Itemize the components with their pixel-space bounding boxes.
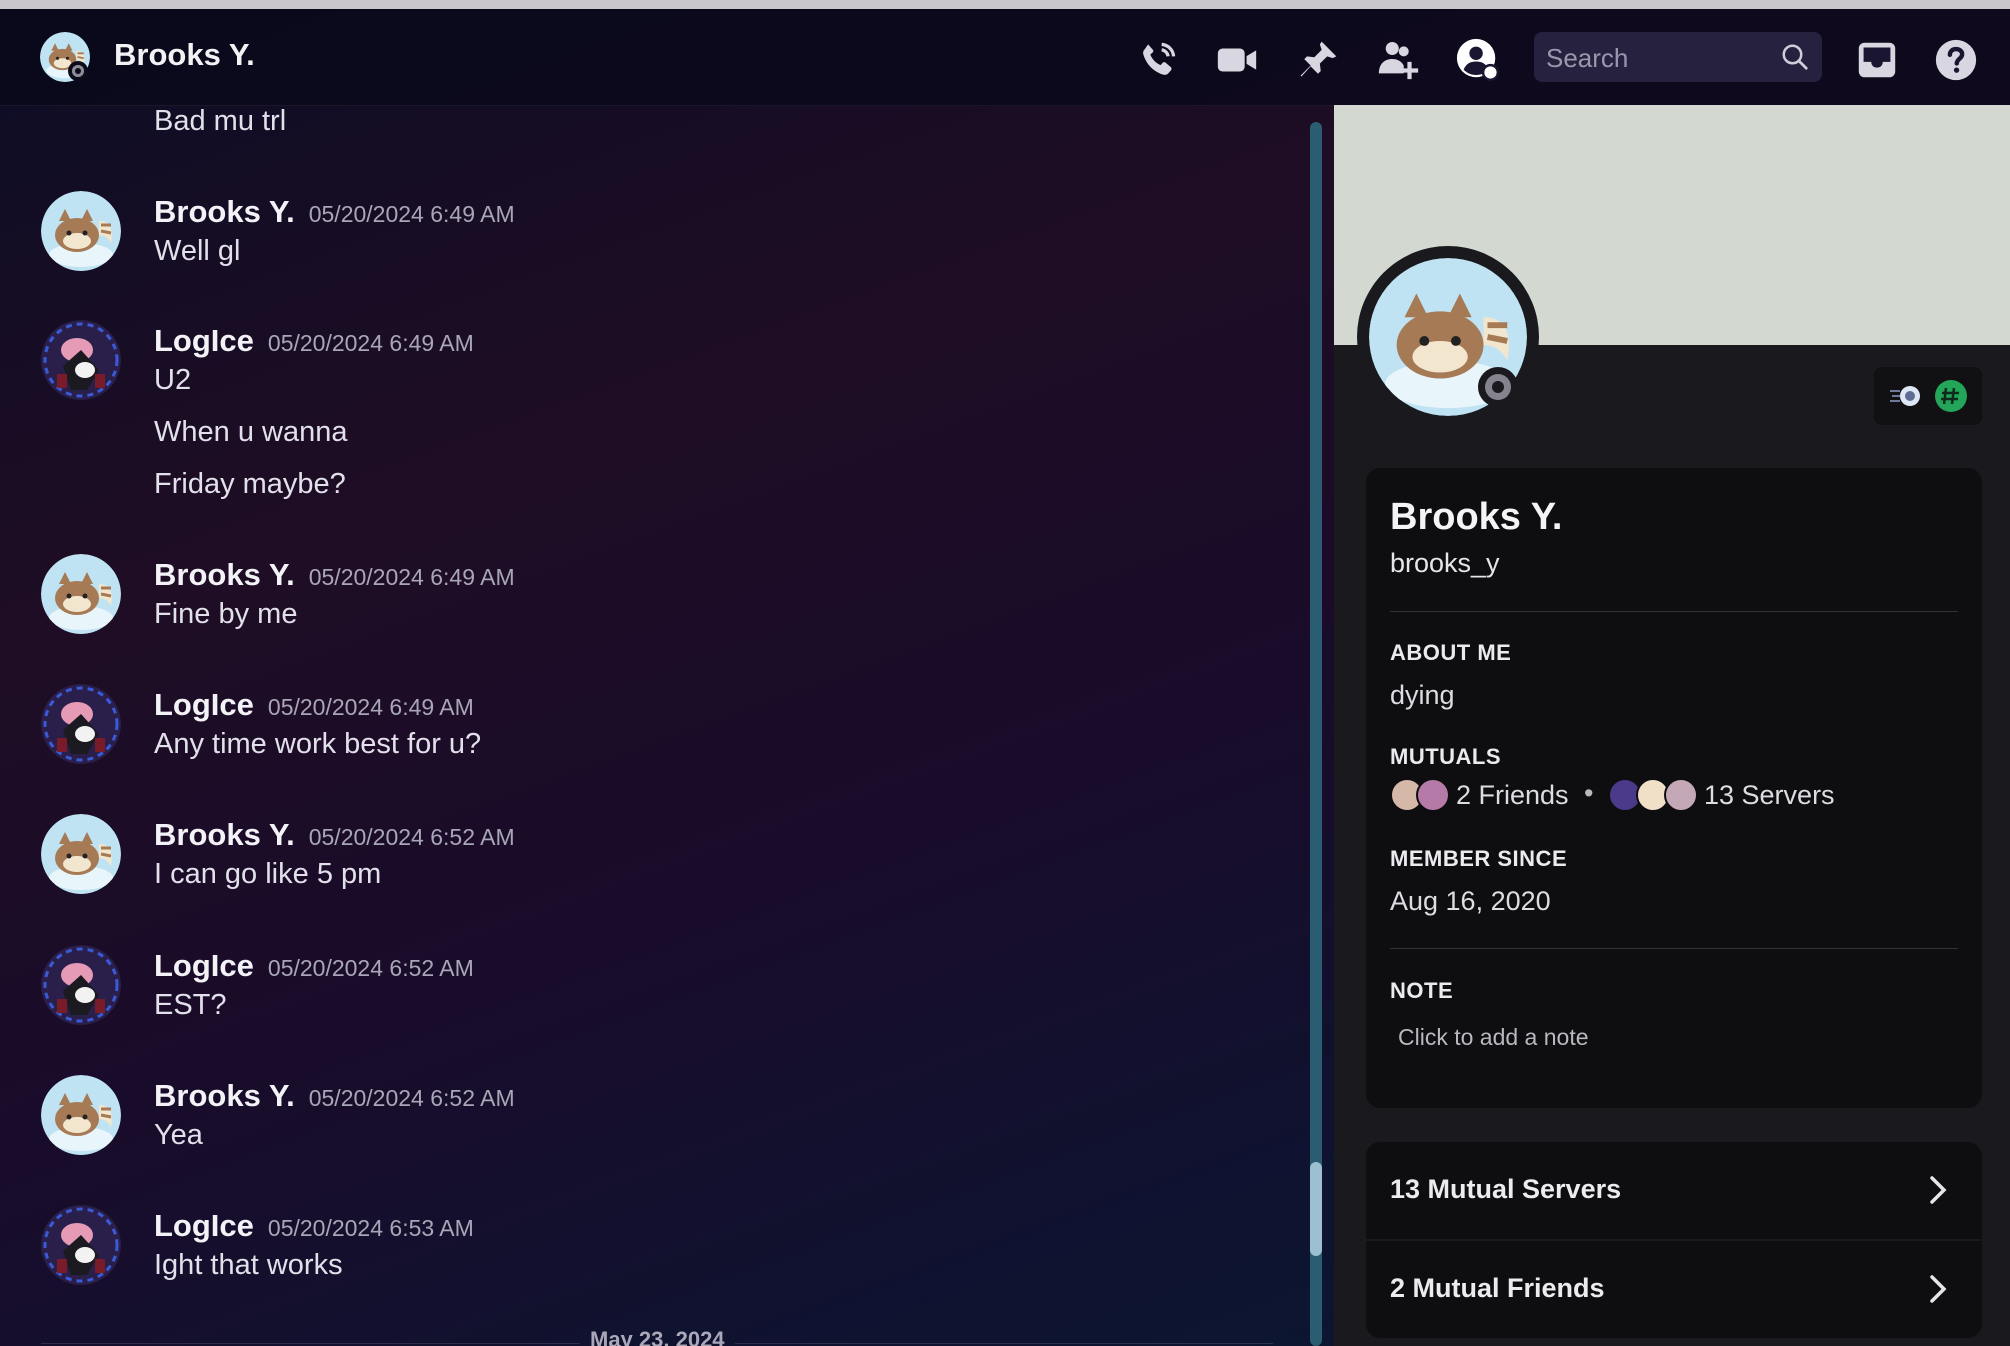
message-text: Fine by me (154, 598, 298, 630)
bullet-separator: • (1584, 778, 1594, 808)
speed-boost-badge-icon[interactable] (1888, 381, 1922, 416)
message-timestamp: 05/20/2024 6:52 AM (308, 824, 515, 850)
message-text: Any time work best for u? (154, 728, 482, 760)
mutual-friends-row[interactable]: 2 Mutual Friends (1366, 1241, 1982, 1338)
message-timestamp: 05/20/2024 6:52 AM (308, 1085, 515, 1111)
anime-avatar[interactable] (41, 1205, 121, 1285)
inbox-icon[interactable] (1854, 37, 1900, 83)
chevron-right-icon (1922, 1271, 1952, 1312)
help-icon[interactable] (1933, 37, 1979, 83)
anime-avatar[interactable] (41, 945, 121, 1025)
author-name[interactable]: LogIce (154, 687, 254, 722)
member-since-date: Aug 16, 2020 (1390, 886, 1551, 916)
header-status-offline (68, 61, 88, 81)
message-timestamp: 05/20/2024 6:53 AM (267, 1215, 474, 1241)
author-name[interactable]: Brooks Y. (154, 194, 295, 229)
mutuals-row[interactable]: 2 Friends • 13 Servers (1390, 776, 1970, 816)
member-since-heading: MEMBER SINCE (1390, 846, 1568, 871)
mutual-friends-count[interactable]: 2 Friends (1456, 780, 1569, 811)
chevron-right-icon (1922, 1172, 1952, 1213)
show-user-profile-icon[interactable] (1455, 37, 1501, 83)
message-timestamp: 05/20/2024 6:49 AM (308, 564, 515, 590)
message-author[interactable]: LogIce 05/20/2024 6:49 AM (154, 687, 474, 723)
mutual-servers-row[interactable]: 13 Mutual Servers (1366, 1142, 1982, 1239)
mutual-friend-avatar (1416, 778, 1450, 812)
mutual-server-icon (1664, 778, 1698, 812)
message-text: EST? (154, 989, 227, 1021)
message-text: I can go like 5 pm (154, 858, 382, 890)
about-text: dying (1390, 680, 1455, 710)
message-timestamp: 05/20/2024 6:52 AM (267, 955, 474, 981)
search-placeholder: Search (1546, 43, 1629, 73)
search-input[interactable]: Search (1534, 32, 1822, 82)
mutual-friends-row-label: 2 Mutual Friends (1390, 1273, 1605, 1303)
message-text: Well gl (154, 235, 241, 267)
add-friends-to-dm-icon[interactable] (1375, 37, 1421, 83)
profile-info-card: Brooks Y. brooks_y ABOUT ME dying MUTUAL… (1366, 468, 1982, 1108)
message-timestamp: 05/20/2024 6:49 AM (267, 694, 474, 720)
anime-avatar[interactable] (41, 320, 121, 400)
author-name[interactable]: LogIce (154, 1208, 254, 1243)
author-name[interactable]: Brooks Y. (154, 1078, 295, 1113)
message-list[interactable]: Bad mu trl Brooks Y. 05/20/2024 6:49 AM W… (0, 105, 1310, 1346)
hashtag-badge-icon[interactable] (1934, 379, 1968, 418)
furret-avatar[interactable] (41, 191, 121, 271)
furret-avatar[interactable] (41, 1075, 121, 1155)
dm-window: Brooks Y. Search Bad mu trl Brooks Y. 05… (0, 9, 2010, 1346)
profile-display-name: Brooks Y. (1390, 496, 1563, 538)
message-author[interactable]: Brooks Y. 05/20/2024 6:52 AM (154, 1078, 515, 1114)
mutual-servers-count[interactable]: 13 Servers (1704, 780, 1835, 811)
window-top-edge (0, 0, 2010, 9)
message-text: Ight that works (154, 1249, 343, 1281)
message-text: Yea (154, 1119, 203, 1151)
anime-avatar[interactable] (41, 684, 121, 764)
dm-header: Brooks Y. Search (0, 9, 2010, 106)
message-text: Bad mu trl (154, 105, 287, 137)
divider (1390, 611, 1958, 612)
message-author[interactable]: LogIce 05/20/2024 6:53 AM (154, 1208, 474, 1244)
author-name[interactable]: Brooks Y. (154, 817, 295, 852)
mutuals-heading: MUTUALS (1390, 744, 1502, 769)
profile-badges (1874, 367, 1982, 425)
message-timestamp: 05/20/2024 6:49 AM (267, 330, 474, 356)
furret-avatar[interactable] (41, 814, 121, 894)
message-author[interactable]: Brooks Y. 05/20/2024 6:49 AM (154, 557, 515, 593)
mutuals-links-card: 13 Mutual Servers 2 Mutual Friends (1366, 1142, 1982, 1338)
user-profile-panel: Brooks Y. brooks_y ABOUT ME dying MUTUAL… (1334, 105, 2010, 1346)
pin-icon[interactable] (1295, 37, 1341, 83)
date-divider-label: May 23, 2024 (580, 1327, 735, 1346)
video-call-icon[interactable] (1214, 37, 1260, 83)
message-author[interactable]: Brooks Y. 05/20/2024 6:49 AM (154, 194, 515, 230)
mutual-servers-row-label: 13 Mutual Servers (1390, 1174, 1622, 1204)
furret-avatar[interactable] (41, 554, 121, 634)
note-heading: NOTE (1390, 978, 1454, 1003)
message-text: When u wanna (154, 416, 348, 448)
header-username[interactable]: Brooks Y. (114, 37, 255, 73)
message-text: Friday maybe? (154, 468, 346, 500)
divider (1390, 948, 1958, 949)
profile-username[interactable]: brooks_y (1390, 548, 1500, 579)
message-author[interactable]: Brooks Y. 05/20/2024 6:52 AM (154, 817, 515, 853)
author-name[interactable]: LogIce (154, 323, 254, 358)
message-author[interactable]: LogIce 05/20/2024 6:52 AM (154, 948, 474, 984)
author-name[interactable]: Brooks Y. (154, 557, 295, 592)
profile-status-offline (1478, 367, 1518, 407)
message-author[interactable]: LogIce 05/20/2024 6:49 AM (154, 323, 474, 359)
author-name[interactable]: LogIce (154, 948, 254, 983)
search-icon[interactable] (1780, 42, 1810, 77)
message-timestamp: 05/20/2024 6:49 AM (308, 201, 515, 227)
about-heading: ABOUT ME (1390, 640, 1512, 665)
note-input[interactable]: Click to add a note (1398, 1024, 1589, 1051)
message-text: U2 (154, 364, 192, 396)
voice-call-icon[interactable] (1135, 37, 1181, 83)
message-scrollbar-thumb[interactable] (1310, 1162, 1322, 1256)
